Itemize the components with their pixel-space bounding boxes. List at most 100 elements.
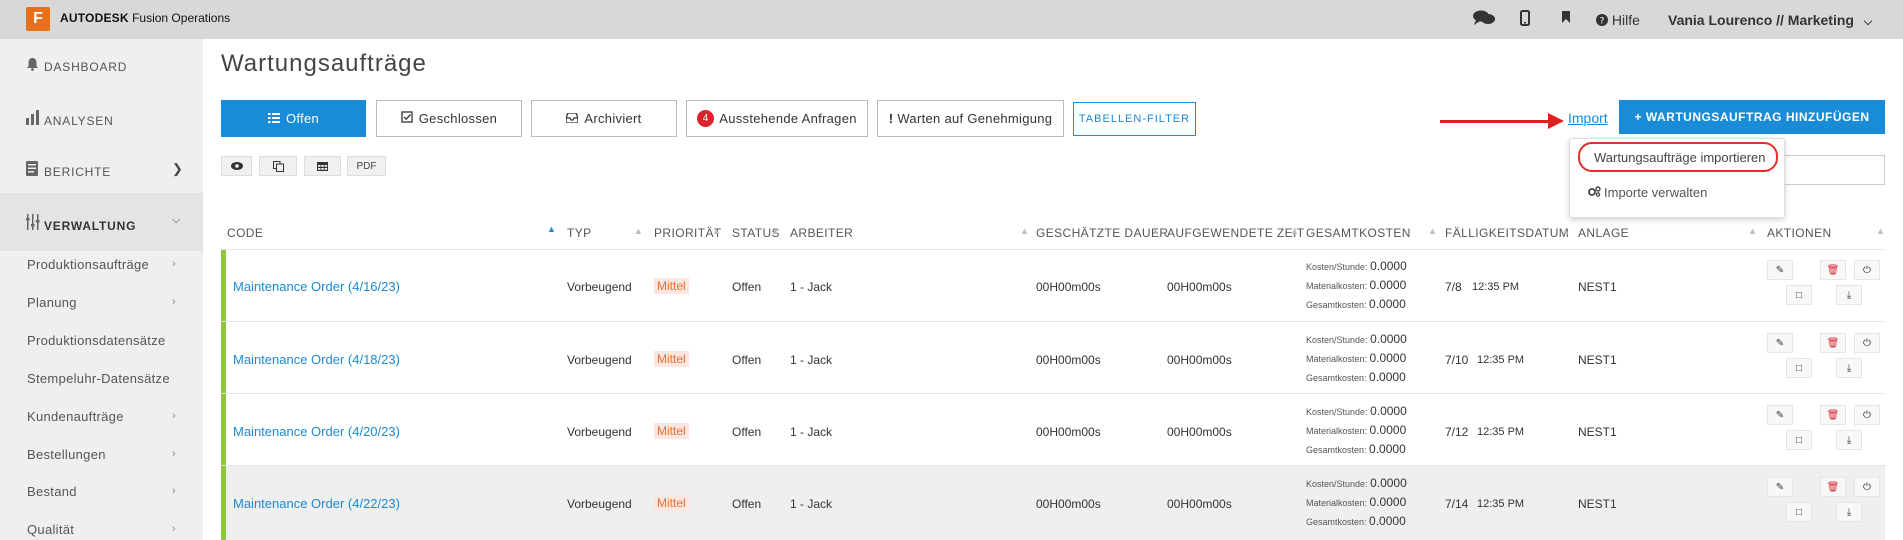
tab-warten-auf-genehmigung[interactable]: ! Warten auf Genehmigung	[877, 100, 1064, 137]
eye-icon[interactable]	[221, 156, 252, 176]
column-header-aufgewendete-zeit[interactable]: AUFGEWENDETE ZEIT	[1167, 226, 1304, 240]
trash-icon[interactable]: 🗑	[1820, 405, 1846, 425]
sidebar-sub-item[interactable]: Produktionsaufträge	[27, 257, 149, 272]
sort-icon[interactable]: ▲	[1876, 226, 1885, 236]
total-cost: Gesamtkosten: 0.0000	[1306, 442, 1406, 456]
trash-icon[interactable]: 🗑	[1820, 477, 1846, 497]
table-filter-button[interactable]: TABELLEN-FILTER	[1073, 102, 1196, 136]
download-icon[interactable]: ⤓	[1836, 430, 1862, 450]
chevron-right-icon: ›	[172, 448, 176, 460]
order-code-link[interactable]: Maintenance Order (4/18/23)	[233, 352, 400, 367]
bookmark-icon[interactable]	[1561, 10, 1571, 28]
cost-per-hour: Kosten/Stunde: 0.0000	[1306, 259, 1407, 273]
chevron-right-icon: ›	[172, 523, 176, 535]
estimated-duration: 00H00m00s	[1036, 353, 1101, 367]
checkbox-icon[interactable]: □	[1786, 502, 1812, 522]
sort-icon[interactable]: ▲	[1020, 226, 1029, 236]
tab-archiviert[interactable]: Archiviert	[531, 100, 677, 137]
sort-icon[interactable]: ▲	[1290, 226, 1299, 236]
trash-icon[interactable]: 🗑	[1820, 333, 1846, 353]
sidebar-item-berichte[interactable]: BERICHTE	[26, 161, 111, 179]
order-code-link[interactable]: Maintenance Order (4/20/23)	[233, 424, 400, 439]
sort-icon[interactable]: ▲	[634, 226, 643, 236]
tab-ausstehende-anfragen[interactable]: 4 Ausstehende Anfragen	[686, 100, 868, 137]
checkbox-icon[interactable]: □	[1786, 285, 1812, 305]
column-header-typ[interactable]: TYP	[567, 226, 592, 240]
asset: NEST1	[1578, 280, 1617, 294]
download-icon[interactable]: ⤓	[1836, 502, 1862, 522]
column-header-faelligkeitsdatum[interactable]: FÄLLIGKEITSDATUM	[1445, 226, 1569, 240]
bar-chart-icon	[26, 109, 44, 128]
edit-icon[interactable]: ✎	[1767, 477, 1793, 497]
power-icon[interactable]: ⏻	[1854, 405, 1880, 425]
power-icon[interactable]: ⏻	[1854, 477, 1880, 497]
sidebar-sub-item[interactable]: Kundenaufträge	[27, 409, 124, 424]
sidebar-sub-item[interactable]: Stempeluhr-Datensätze	[27, 371, 170, 386]
column-header-arbeiter[interactable]: ARBEITER	[790, 226, 853, 240]
user-menu[interactable]: Vania Lourenco // Marketing ⌵	[1668, 12, 1872, 29]
sort-icon[interactable]: ▲	[712, 226, 721, 236]
tab-geschlossen[interactable]: Geschlossen	[376, 100, 522, 137]
power-icon[interactable]: ⏻	[1854, 333, 1880, 353]
time-spent: 00H00m00s	[1167, 497, 1232, 511]
search-input[interactable]	[1780, 155, 1885, 185]
due-time: 12:35 PM	[1472, 281, 1520, 293]
due-time: 12:35 PM	[1477, 426, 1525, 438]
total-cost: Gesamtkosten: 0.0000	[1306, 514, 1406, 528]
table-icon[interactable]	[304, 156, 341, 176]
bell-icon	[26, 57, 44, 74]
sidebar-item-dashboard[interactable]: DASHBOARD	[26, 57, 127, 74]
trash-icon[interactable]: 🗑	[1820, 260, 1846, 280]
sidebar-sub-item[interactable]: Produktionsdatensätze	[27, 333, 166, 348]
import-link[interactable]: Import	[1568, 110, 1608, 126]
mobile-icon[interactable]	[1520, 10, 1530, 30]
order-status: Offen	[732, 425, 762, 439]
svg-text:?: ?	[1600, 17, 1605, 27]
sidebar-sub-item[interactable]: Planung	[27, 295, 77, 310]
due-date: 7/10	[1445, 353, 1469, 367]
order-code-link[interactable]: Maintenance Order (4/22/23)	[233, 496, 400, 511]
edit-icon[interactable]: ✎	[1767, 260, 1793, 280]
checkbox-icon[interactable]: □	[1786, 430, 1812, 450]
material-cost: Materialkosten: 0.0000	[1306, 351, 1407, 365]
total-cost: Gesamtkosten: 0.0000	[1306, 370, 1406, 384]
help-link[interactable]: ? Hilfe	[1596, 12, 1640, 28]
material-cost: Materialkosten: 0.0000	[1306, 278, 1407, 292]
download-icon[interactable]: ⤓	[1836, 358, 1862, 378]
column-header-geschaetzte-dauer[interactable]: GESCHÄTZTE DAUER	[1036, 226, 1168, 240]
sidebar-sub-item[interactable]: Bestellungen	[27, 447, 106, 462]
edit-icon[interactable]: ✎	[1767, 333, 1793, 353]
import-orders-item[interactable]: Wartungsaufträge importieren	[1578, 142, 1778, 172]
manage-imports-item[interactable]: Importe verwalten	[1588, 185, 1707, 200]
chat-icon[interactable]	[1473, 10, 1495, 30]
order-code-link[interactable]: Maintenance Order (4/16/23)	[233, 279, 400, 294]
sidebar-item-analysen[interactable]: ANALYSEN	[26, 109, 114, 128]
power-icon[interactable]: ⏻	[1854, 260, 1880, 280]
chevron-right-icon: ›	[172, 296, 176, 308]
sort-icon[interactable]: ▲	[771, 226, 780, 236]
pdf-button[interactable]: PDF	[347, 156, 386, 176]
sidebar-sub-item[interactable]: Qualität	[27, 522, 74, 537]
add-maintenance-order-button[interactable]: + WARTUNGSAUFTRAG HINZUFÜGEN	[1619, 100, 1885, 134]
priority-badge: Mittel	[654, 423, 689, 439]
order-status: Offen	[732, 353, 762, 367]
app-logo[interactable]: F	[26, 7, 50, 31]
checkbox-icon[interactable]: □	[1786, 358, 1812, 378]
asset: NEST1	[1578, 353, 1617, 367]
download-icon[interactable]: ⤓	[1836, 285, 1862, 305]
column-header-anlage[interactable]: ANLAGE	[1578, 226, 1629, 240]
sort-icon[interactable]: ▲	[1561, 226, 1570, 236]
column-header-code[interactable]: CODE	[227, 226, 263, 240]
sort-icon[interactable]: ▲	[1428, 226, 1437, 236]
sidebar-sub-item[interactable]: Bestand	[27, 484, 77, 499]
sort-asc-icon[interactable]: ▲	[547, 224, 556, 234]
copy-icon[interactable]	[259, 156, 297, 176]
sort-icon[interactable]: ▲	[1748, 226, 1757, 236]
tab-offen[interactable]: Offen	[221, 100, 366, 137]
column-header-gesamtkosten[interactable]: GESAMTKOSTEN	[1306, 226, 1411, 240]
sidebar-item-verwaltung[interactable]: VERWALTUNG	[26, 214, 136, 233]
chevron-down-icon: ⌵	[172, 214, 181, 226]
sort-icon[interactable]: ▲	[1151, 226, 1160, 236]
edit-icon[interactable]: ✎	[1767, 405, 1793, 425]
chevron-right-icon: ›	[172, 485, 176, 497]
